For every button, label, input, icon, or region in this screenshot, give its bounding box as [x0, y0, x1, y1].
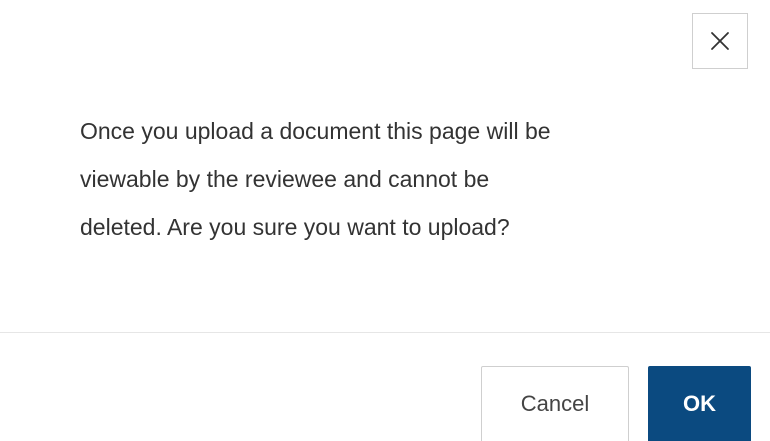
- dialog-message: Once you upload a document this page wil…: [80, 107, 720, 251]
- message-line: Once you upload a document this page wil…: [80, 118, 551, 144]
- message-line: viewable by the reviewee and cannot be: [80, 166, 490, 192]
- close-button[interactable]: [692, 13, 748, 69]
- ok-button[interactable]: OK: [648, 366, 751, 441]
- cancel-button[interactable]: Cancel: [481, 366, 629, 441]
- footer-divider: [0, 332, 770, 333]
- upload-confirm-dialog: Once you upload a document this page wil…: [0, 0, 770, 441]
- message-line: deleted. Are you sure you want to upload…: [80, 214, 510, 240]
- close-icon: [708, 29, 732, 53]
